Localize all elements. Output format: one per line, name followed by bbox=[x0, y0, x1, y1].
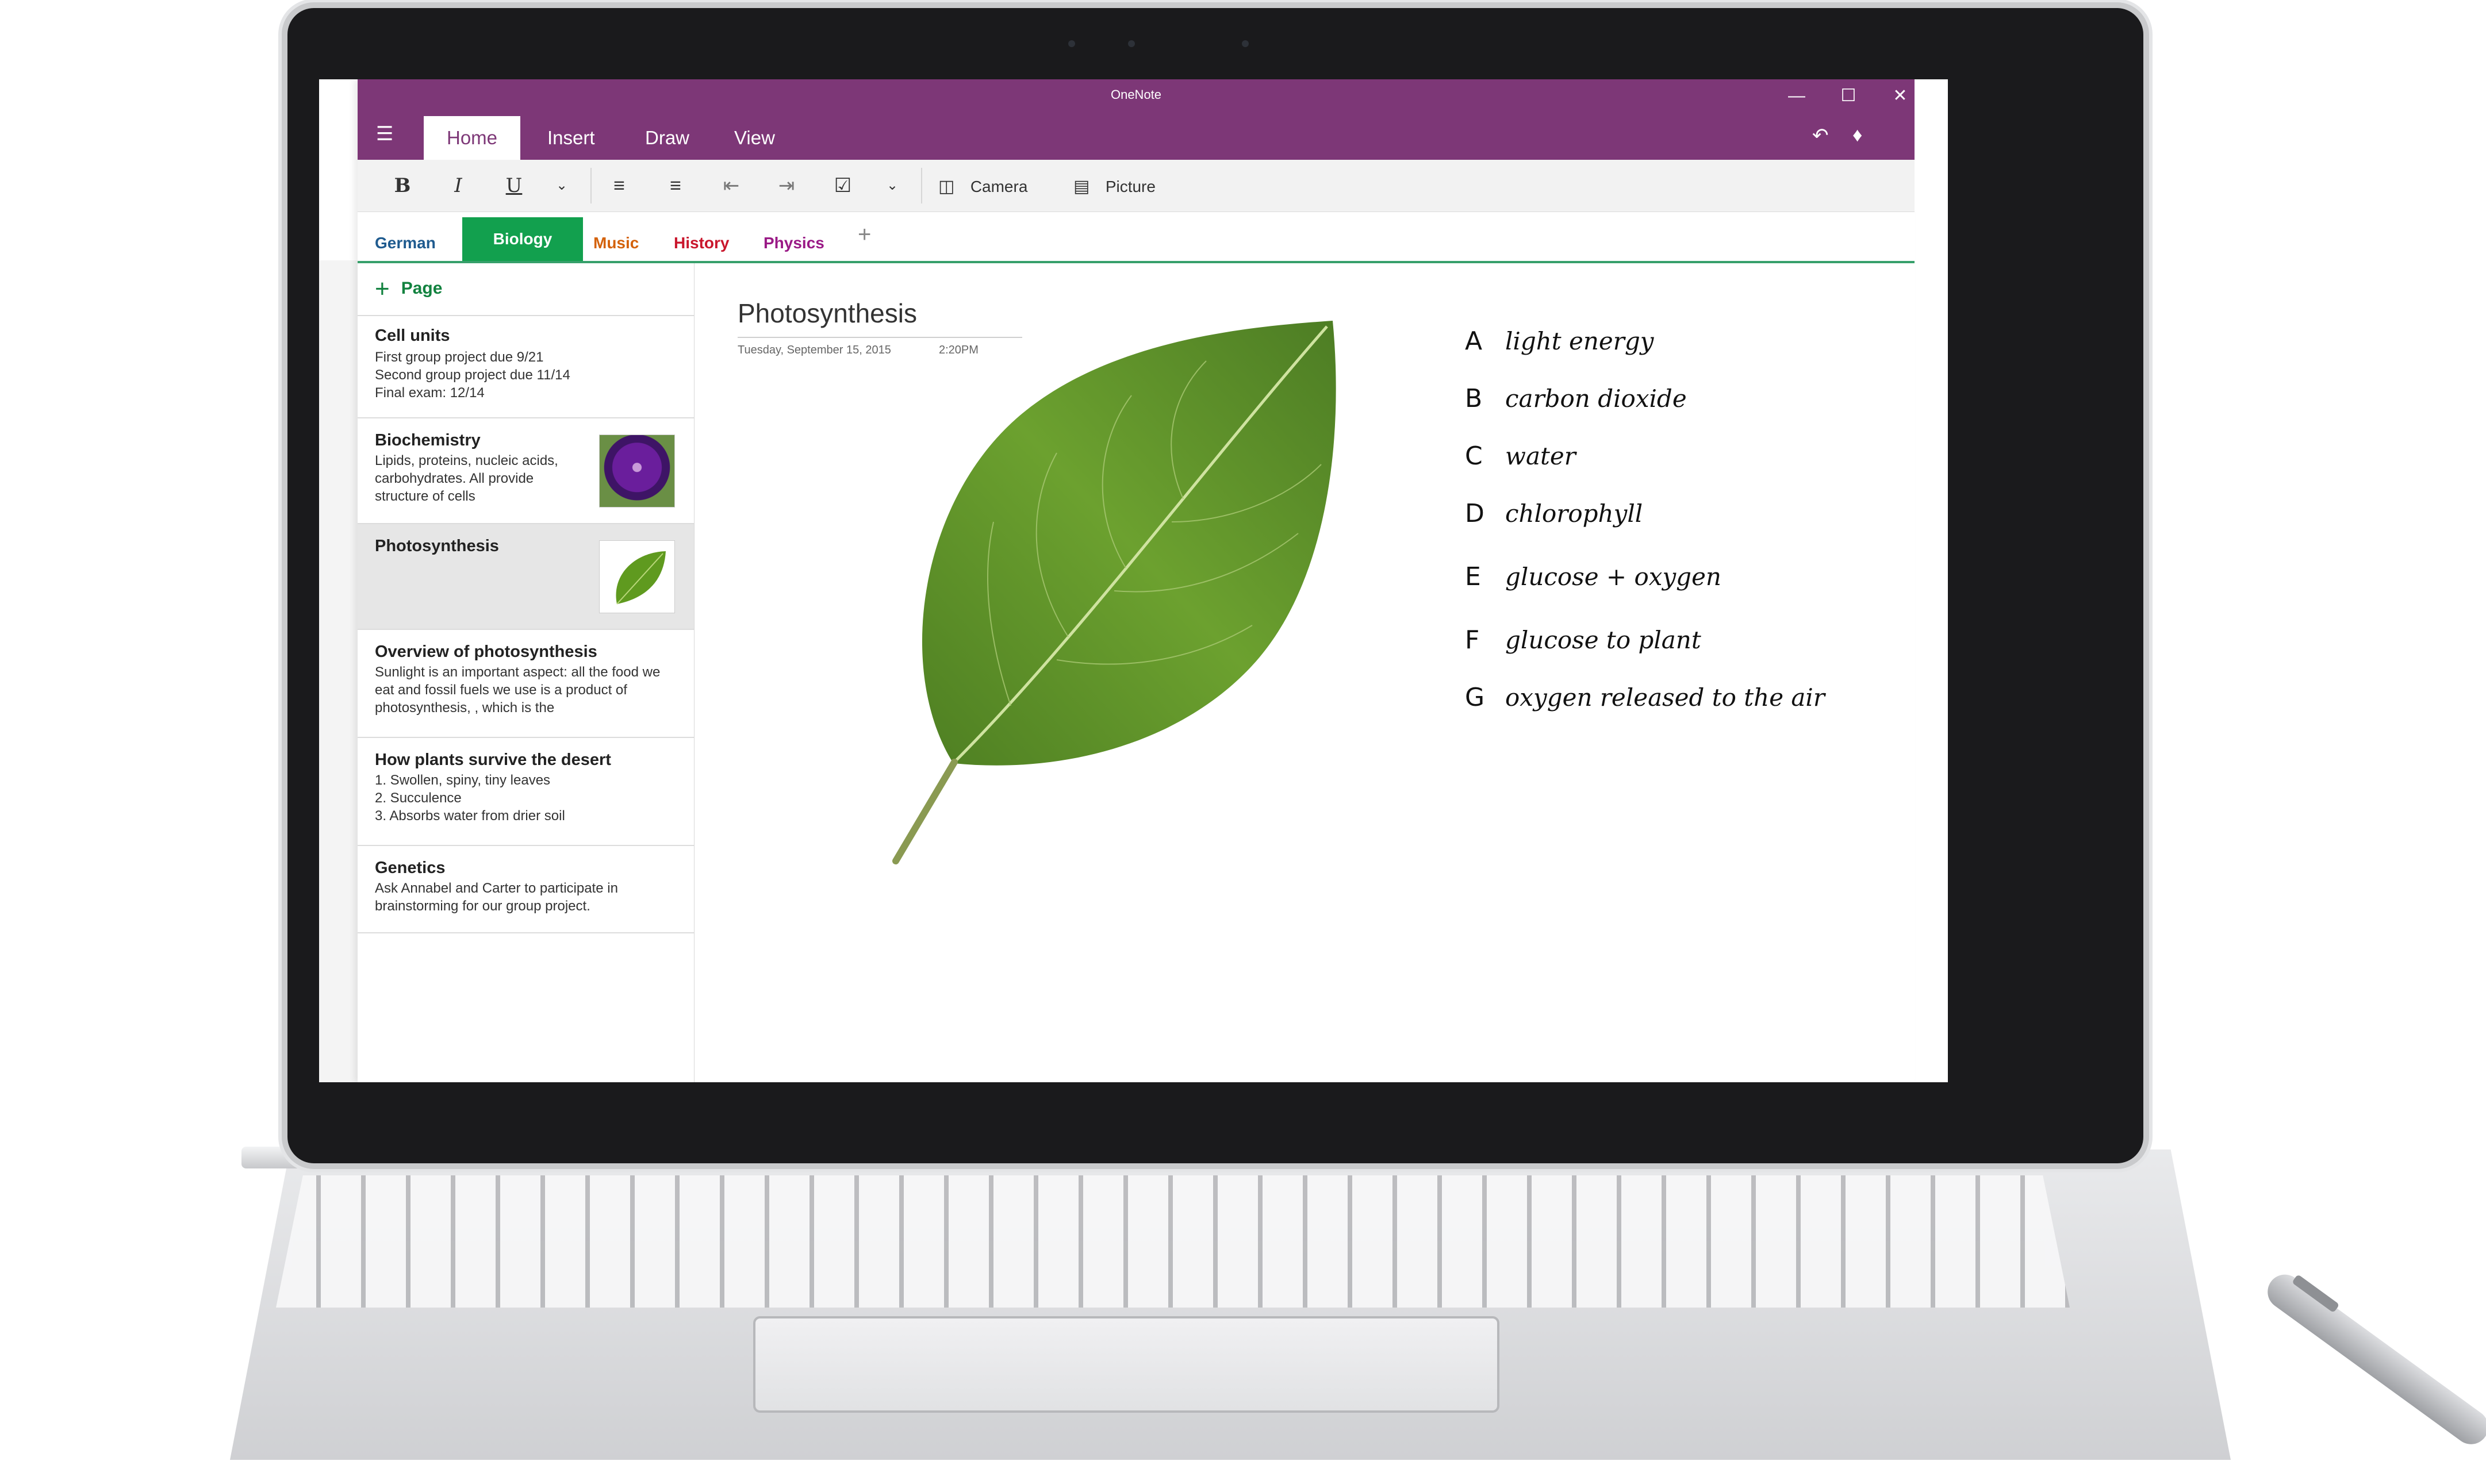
page-title: Biochemistry bbox=[375, 431, 481, 449]
increase-indent-icon[interactable]: ⇥ bbox=[769, 170, 804, 201]
picture-icon: ▤ bbox=[1073, 177, 1090, 196]
page-item-how-plants-survive-the-desert[interactable]: How plants survive the desert 1. Swollen… bbox=[358, 737, 694, 846]
section-german[interactable]: German bbox=[358, 217, 453, 261]
answer-letter: B bbox=[1465, 384, 1483, 413]
picture-button[interactable]: ▤ Picture bbox=[1073, 170, 1183, 201]
page-preview: Sunlight is an important aspect: all the… bbox=[375, 664, 661, 716]
undo-icon[interactable]: ↶ bbox=[1812, 124, 1829, 147]
touchpad bbox=[753, 1316, 1499, 1413]
answer-letter: E bbox=[1465, 562, 1481, 591]
answer-text: carbon dioxide bbox=[1505, 385, 1687, 413]
picture-label: Picture bbox=[1105, 178, 1156, 195]
answer-g: Goxygen released to the air bbox=[1465, 683, 1825, 712]
page-item-genetics[interactable]: Genetics Ask Annabel and Carter to parti… bbox=[358, 845, 694, 933]
answer-e: Eglucose + oxygen bbox=[1465, 562, 1721, 591]
page-item-overview-of-photosynthesis[interactable]: Overview of photosynthesis Sunlight is a… bbox=[358, 629, 694, 738]
stylus-pen bbox=[2261, 1267, 2486, 1451]
more-lists-chevron-down-icon[interactable]: ⌄ bbox=[881, 170, 904, 201]
answer-f: Fglucose to plant bbox=[1465, 625, 1701, 655]
page-title: Photosynthesis bbox=[375, 537, 499, 555]
bullet-list-icon[interactable]: ≡ bbox=[602, 170, 636, 201]
answer-text: light energy bbox=[1505, 327, 1654, 355]
minimize-button[interactable]: — bbox=[1772, 82, 1821, 110]
maximize-button[interactable]: ☐ bbox=[1824, 82, 1873, 110]
answer-letter: C bbox=[1465, 441, 1483, 471]
answer-letter: D bbox=[1465, 499, 1484, 528]
plus-icon: + bbox=[375, 275, 390, 303]
answer-b: Bcarbon dioxide bbox=[1465, 384, 1687, 413]
answer-letter: A bbox=[1465, 326, 1483, 356]
answer-a: Alight energy bbox=[1465, 326, 1654, 356]
tab-draw[interactable]: Draw bbox=[622, 116, 712, 160]
tab-home[interactable]: Home bbox=[424, 116, 521, 160]
answer-text: oxygen released to the air bbox=[1505, 683, 1825, 712]
hamburger-menu-icon[interactable]: ☰ bbox=[376, 124, 401, 144]
answer-text: glucose to plant bbox=[1505, 626, 1701, 654]
underline-button[interactable]: U bbox=[497, 170, 531, 201]
page-item-cell-units[interactable]: Cell units First group project due 9/21 … bbox=[358, 315, 694, 418]
answer-d: Dchlorophyll bbox=[1465, 499, 1643, 528]
sync-icon[interactable]: ♦ bbox=[1852, 124, 1862, 147]
answer-text: water bbox=[1505, 442, 1576, 470]
answer-letter: F bbox=[1465, 625, 1480, 655]
page-preview: Ask Annabel and Carter to participate in… bbox=[375, 881, 618, 914]
note-canvas[interactable]: Photosynthesis Tuesday, September 15, 20… bbox=[695, 263, 1915, 1082]
page-title: Genetics bbox=[375, 859, 446, 877]
section-history[interactable]: History bbox=[657, 217, 746, 261]
flower-thumbnail bbox=[599, 435, 675, 508]
tab-view[interactable]: View bbox=[711, 116, 798, 160]
ribbon-toolbar: B I U ⌄ ≡ ≡ ⇤ ⇥ ☑ ⌄ ◫ Camera ▤ Picture bbox=[358, 160, 1915, 212]
onenote-window: OneNote — ☐ ✕ ☰ Home Insert Draw View ↶ … bbox=[358, 79, 1915, 1082]
decrease-indent-icon[interactable]: ⇤ bbox=[714, 170, 749, 201]
page-preview: First group project due 9/21 Second grou… bbox=[375, 349, 570, 401]
pages-list: + Page Cell units First group project due… bbox=[358, 263, 695, 1082]
page-title: How plants survive the desert bbox=[375, 751, 611, 769]
background-window-edge bbox=[319, 260, 358, 1082]
page-item-photosynthesis[interactable]: Photosynthesis bbox=[358, 523, 694, 630]
close-button[interactable]: ✕ bbox=[1875, 82, 1925, 110]
answer-c: Cwater bbox=[1465, 441, 1576, 471]
section-biology[interactable]: Biology bbox=[462, 217, 583, 261]
checkbox-tag-icon[interactable]: ☑ bbox=[826, 170, 860, 201]
ribbon-divider bbox=[590, 168, 592, 203]
page-title: Cell units bbox=[375, 326, 450, 345]
more-format-chevron-down-icon[interactable]: ⌄ bbox=[550, 170, 573, 201]
answer-letter: G bbox=[1465, 683, 1485, 712]
leaf-image[interactable] bbox=[884, 315, 1344, 872]
page-preview: 1. Swollen, spiny, tiny leaves 2. Succul… bbox=[375, 772, 565, 824]
add-section-icon[interactable]: + bbox=[858, 222, 871, 248]
camera-button[interactable]: ◫ Camera bbox=[938, 170, 1048, 201]
section-tabs: German Biology Music History Physics + bbox=[358, 217, 1915, 263]
keyboard-keys bbox=[276, 1175, 2070, 1308]
title-bar: OneNote — ☐ ✕ ☰ Home Insert Draw View ↶ … bbox=[358, 79, 1915, 160]
page-title: Overview of photosynthesis bbox=[375, 643, 597, 661]
pen-clip bbox=[2292, 1274, 2340, 1313]
sensor-dot bbox=[1242, 40, 1249, 47]
ribbon-divider bbox=[921, 168, 922, 203]
camera-label: Camera bbox=[970, 178, 1028, 195]
page-preview: Lipids, proteins, nucleic acids, carbohy… bbox=[375, 453, 558, 504]
camera-icon: ◫ bbox=[938, 177, 955, 196]
section-music[interactable]: Music bbox=[576, 217, 656, 261]
numbered-list-icon[interactable]: ≡ bbox=[658, 170, 693, 201]
leaf-thumbnail bbox=[599, 540, 675, 613]
note-date: Tuesday, September 15, 2015 bbox=[738, 344, 891, 356]
camera-dot bbox=[1068, 40, 1075, 47]
app-title: OneNote bbox=[1110, 87, 1162, 102]
bold-button[interactable]: B bbox=[385, 170, 420, 201]
tab-insert[interactable]: Insert bbox=[524, 116, 618, 160]
screen: OneNote — ☐ ✕ ☰ Home Insert Draw View ↶ … bbox=[319, 79, 1948, 1082]
add-page-button[interactable]: + Page bbox=[375, 275, 442, 303]
answer-text: glucose + oxygen bbox=[1505, 563, 1721, 591]
add-page-label: Page bbox=[401, 278, 443, 298]
answer-text: chlorophyll bbox=[1505, 499, 1643, 528]
camera-dot bbox=[1128, 40, 1135, 47]
section-physics[interactable]: Physics bbox=[746, 217, 842, 261]
page-item-biochemistry[interactable]: Biochemistry Lipids, proteins, nucleic a… bbox=[358, 417, 694, 524]
italic-button[interactable]: I bbox=[441, 170, 475, 201]
